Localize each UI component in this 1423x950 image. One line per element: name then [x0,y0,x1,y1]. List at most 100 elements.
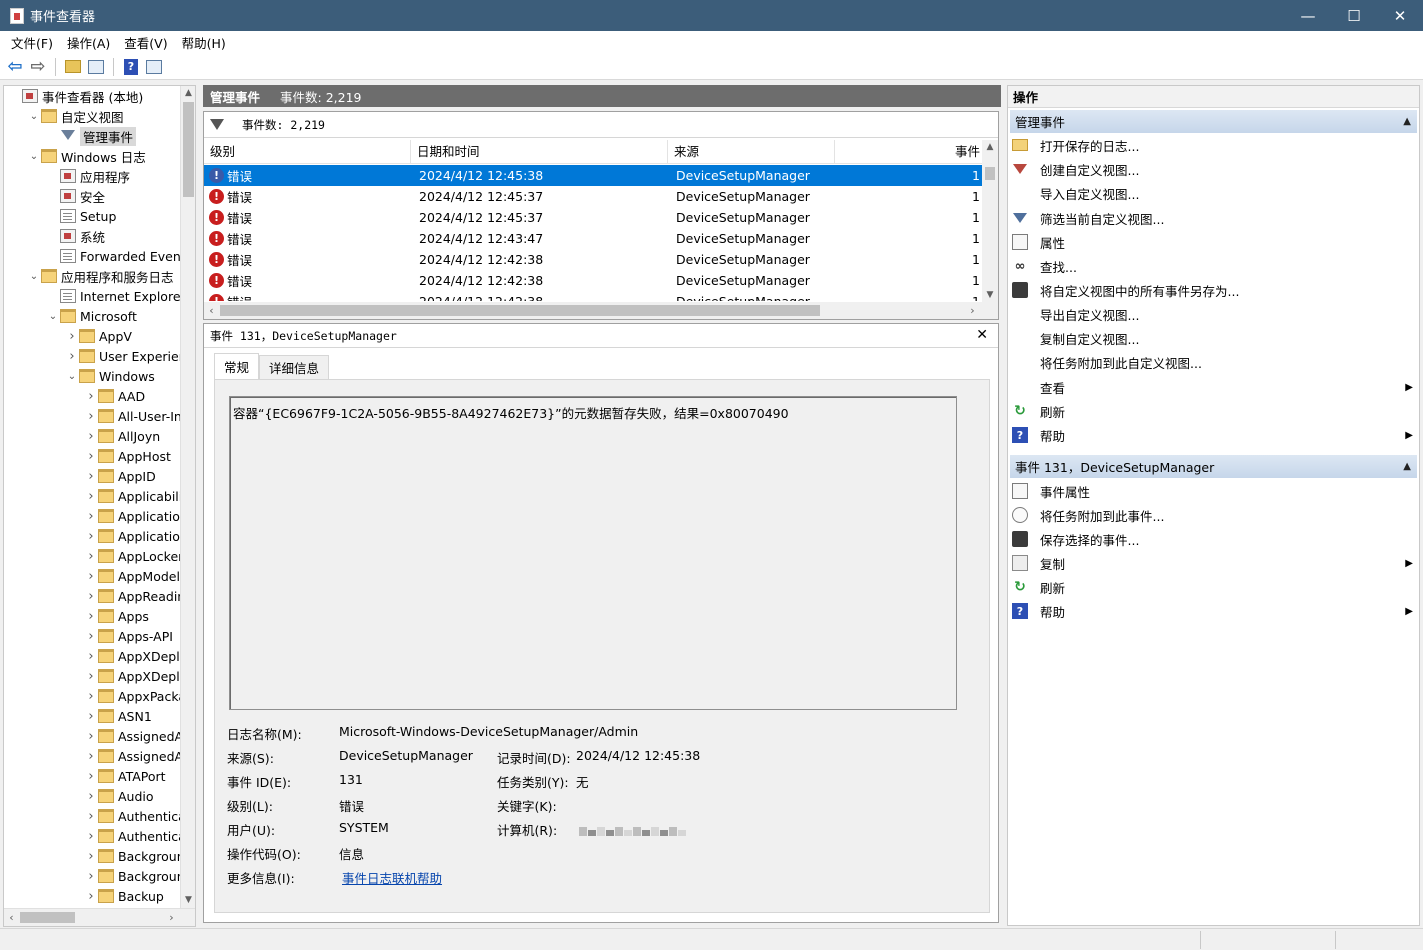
action-item[interactable]: 筛选当前自定义视图... [1012,206,1415,230]
tree-node[interactable]: › AssignedAcce [84,726,182,746]
collapse-chevron-icon[interactable]: ⌄ [27,111,41,122]
tree-node[interactable]: › Application S [84,506,182,526]
action-item[interactable]: 复制 ▶ [1012,551,1415,575]
close-button[interactable]: ✕ [1377,0,1423,31]
tree-node[interactable]: › BackgroundT [84,846,182,866]
expand-chevron-icon[interactable]: › [84,789,98,804]
scroll-up-icon[interactable]: ▲ [181,86,195,101]
expand-chevron-icon[interactable]: › [84,429,98,444]
action-item[interactable]: ? 帮助 ▶ [1012,423,1415,447]
expand-chevron-icon[interactable]: › [84,589,98,604]
tree-node[interactable]: 事件查看器 (本地) [8,86,143,106]
tree-node[interactable]: › Authenticatio [84,806,182,826]
table-row[interactable]: !错误 2024/4/12 12:42:38 DeviceSetupManager 1 [204,249,982,270]
table-row[interactable]: ! 错误 2024/4/12 12:45:37 DeviceSetupManager 1 [204,186,982,207]
tree-node[interactable]: › AAD [84,386,145,406]
show-hide-console-tree-button[interactable] [86,57,106,77]
expand-chevron-icon[interactable]: › [84,469,98,484]
expand-chevron-icon[interactable]: › [84,649,98,664]
tree-node[interactable]: Internet Explorer [46,286,182,306]
scroll-thumb[interactable] [183,102,194,197]
action-item[interactable]: 将任务附加到此自定义视图... [1012,350,1415,374]
expand-chevron-icon[interactable]: › [84,449,98,464]
tree-node[interactable]: › AppReadines [84,586,182,606]
expand-chevron-icon[interactable]: › [84,569,98,584]
expand-chevron-icon[interactable]: › [84,609,98,624]
tree-node[interactable]: › Application-E [84,526,182,546]
tree-node[interactable]: › AppLocker [84,546,182,566]
tab-general[interactable]: 常规 [214,353,260,379]
tree-node[interactable]: ⌄ Microsoft [46,306,137,326]
action-item[interactable]: ↻ 刷新 [1012,399,1415,423]
menu-view[interactable]: 查看(V) [117,33,174,52]
column-header-level[interactable]: 级别 [204,140,411,164]
action-item[interactable]: ↻ 刷新 [1012,575,1415,599]
tab-details[interactable]: 详细信息 [259,355,330,379]
scroll-thumb[interactable] [220,305,820,316]
action-item[interactable]: 将自定义视图中的所有事件另存为... [1012,278,1415,302]
action-item[interactable]: 将任务附加到此事件... [1012,503,1415,527]
tree-node[interactable]: 安全 [46,186,105,206]
expand-chevron-icon[interactable]: › [84,689,98,704]
scroll-down-icon[interactable]: ▼ [181,893,195,908]
tree-node[interactable]: › ApplicabilityE [84,486,182,506]
expand-chevron-icon[interactable]: › [84,489,98,504]
tree-node[interactable]: Forwarded Events [46,246,182,266]
column-header-source[interactable]: 来源 [668,140,835,164]
collapse-chevron-icon[interactable]: ⌄ [27,271,41,282]
action-item[interactable]: 打开保存的日志... [1012,133,1415,157]
action-item[interactable]: 导出自定义视图... [1012,302,1415,326]
tree-node[interactable]: › All-User-Insta [84,406,182,426]
close-detail-icon[interactable]: ✕ [976,327,988,343]
scroll-thumb[interactable] [20,912,75,923]
tree-node[interactable]: › Authenticatio [84,826,182,846]
action-item[interactable]: 查看 ▶ [1012,375,1415,399]
actions-section-managed-events[interactable]: 管理事件 ▲ [1010,110,1417,133]
event-message[interactable]: 容器“{EC6967F9-1C2A-5056-9B55-8A4927462E73… [229,396,957,710]
table-row[interactable]: ! 错误 2024/4/12 12:45:38 DeviceSetupManager 1 [204,165,982,186]
scroll-thumb[interactable] [985,167,995,180]
tree-vertical-scrollbar[interactable]: ▲ ▼ [180,86,195,908]
scroll-left-icon[interactable]: ‹ [4,909,19,926]
tree-node[interactable]: › AppxPackagi [84,686,182,706]
expand-chevron-icon[interactable]: › [84,849,98,864]
table-row[interactable]: ! 错误 2024/4/12 12:43:47 DeviceSetupManager 1 [204,228,982,249]
expand-chevron-icon[interactable]: › [84,709,98,724]
expand-chevron-icon[interactable]: › [84,869,98,884]
back-button[interactable]: ⇦ [5,56,25,77]
tree-node[interactable]: › AssignedAcce [84,746,182,766]
expand-chevron-icon[interactable]: › [84,809,98,824]
expand-chevron-icon[interactable]: › [84,889,98,904]
tree-node[interactable]: › Apps-API [84,626,173,646]
expand-chevron-icon[interactable]: › [65,349,79,364]
menu-file[interactable]: 文件(F) [4,33,60,52]
tree-node[interactable]: › Apps [84,606,149,626]
maximize-button[interactable]: ☐ [1331,0,1377,31]
scroll-up-icon[interactable]: ▲ [982,142,998,152]
tree-node[interactable]: › AppHost [84,446,171,466]
scroll-down-icon[interactable]: ▼ [982,290,998,300]
scroll-right-icon[interactable]: › [965,302,980,319]
action-item[interactable]: 事件属性 [1012,479,1415,503]
tree-node[interactable]: › ATAPort [84,766,165,786]
expand-chevron-icon[interactable]: › [84,529,98,544]
scroll-right-icon[interactable]: › [164,909,179,926]
action-item[interactable]: 创建自定义视图... [1012,157,1415,181]
forward-button[interactable]: ⇨ [28,56,48,77]
table-row[interactable]: ! 错误 2024/4/12 12:45:37 DeviceSetupManager 1 [204,207,982,228]
collapse-chevron-icon[interactable]: ⌄ [46,311,60,322]
tree-node[interactable]: › AppV [65,326,132,346]
expand-chevron-icon[interactable]: › [84,629,98,644]
action-item[interactable]: 导入自定义视图... [1012,181,1415,205]
tree-node[interactable]: › AppXDeployr [84,646,182,666]
expand-chevron-icon[interactable]: › [84,509,98,524]
menu-help[interactable]: 帮助(H) [175,33,233,52]
tree-node[interactable]: ⌄ Windows [65,366,155,386]
action-item[interactable]: 复制自定义视图... [1012,326,1415,350]
expand-chevron-icon[interactable]: › [84,549,98,564]
column-header-datetime[interactable]: 日期和时间 [411,140,668,164]
list-vertical-scrollbar[interactable]: ▲ ▼ [982,140,998,302]
action-item[interactable]: ∞ 查找... [1012,254,1415,278]
column-header-event-id[interactable]: 事件 [835,140,984,164]
expand-chevron-icon[interactable]: › [84,829,98,844]
